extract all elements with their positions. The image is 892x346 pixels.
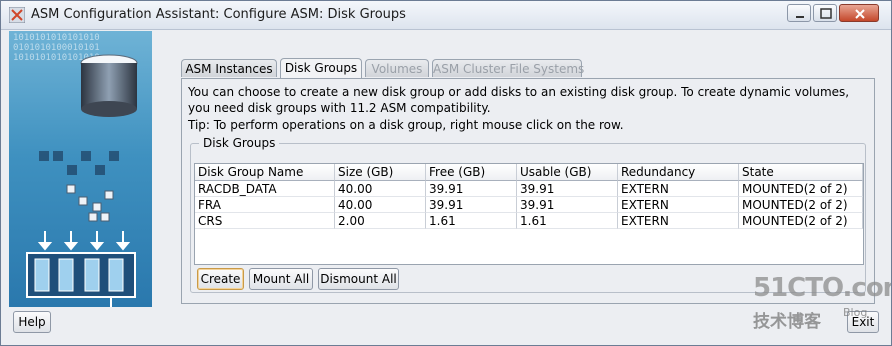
- tab-asm-instances[interactable]: ASM Instances: [181, 59, 277, 77]
- tab-volumes[interactable]: Volumes: [365, 59, 429, 77]
- dialog-window: ASM Configuration Assistant: Configure A…: [0, 0, 892, 346]
- column-header-usable[interactable]: Usable (GB): [517, 164, 618, 181]
- close-icon: [855, 9, 865, 19]
- create-button[interactable]: Create: [197, 268, 244, 290]
- column-header-name[interactable]: Disk Group Name: [195, 164, 335, 181]
- minimize-button[interactable]: [787, 4, 811, 22]
- cell-size: 40.00: [335, 181, 426, 197]
- storage-illustration-icon: [26, 54, 138, 307]
- cell-size: 40.00: [335, 197, 426, 213]
- watermark-blog: Blog: [843, 306, 868, 319]
- column-header-state[interactable]: State: [739, 164, 863, 181]
- cell-size: 2.00: [335, 213, 426, 229]
- cell-usable: 39.91: [517, 181, 618, 197]
- cell-state: MOUNTED(2 of 2): [739, 213, 863, 229]
- mount-all-button[interactable]: Mount All: [249, 268, 313, 290]
- column-header-size[interactable]: Size (GB): [335, 164, 426, 181]
- cell-redundancy: EXTERN: [618, 197, 739, 213]
- intro-text: You can choose to create a new disk grou…: [188, 85, 850, 115]
- watermark-site: 51CTO.com: [753, 273, 891, 303]
- group-label: Disk Groups: [199, 136, 280, 150]
- cell-usable: 1.61: [517, 213, 618, 229]
- help-button[interactable]: Help: [13, 311, 51, 333]
- cell-free: 1.61: [426, 213, 517, 229]
- column-header-free[interactable]: Free (GB): [426, 164, 517, 181]
- cell-usable: 39.91: [517, 197, 618, 213]
- disk-groups-table[interactable]: Disk Group Name Size (GB) Free (GB) Usab…: [194, 163, 864, 265]
- minimize-icon: [796, 16, 804, 18]
- cell-name: CRS: [195, 213, 335, 229]
- window-title: ASM Configuration Assistant: Configure A…: [31, 7, 406, 22]
- tab-disk-groups[interactable]: Disk Groups: [280, 58, 362, 78]
- cell-state: MOUNTED(2 of 2): [739, 181, 863, 197]
- maximize-icon: [820, 8, 832, 19]
- side-illustration: 1010101010101010 0101010100010101 101010…: [9, 31, 152, 307]
- dismount-all-button[interactable]: Dismount All: [318, 268, 399, 290]
- title-bar: ASM Configuration Assistant: Configure A…: [1, 1, 891, 30]
- column-header-redundancy[interactable]: Redundancy: [618, 164, 739, 181]
- watermark-tagline: 技术博客: [753, 312, 821, 332]
- maximize-button[interactable]: [813, 4, 837, 22]
- cell-free: 39.91: [426, 197, 517, 213]
- app-icon: [9, 7, 25, 23]
- close-button[interactable]: [839, 4, 879, 22]
- cell-redundancy: EXTERN: [618, 213, 739, 229]
- cell-state: MOUNTED(2 of 2): [739, 197, 863, 213]
- cell-name: FRA: [195, 197, 335, 213]
- cell-free: 39.91: [426, 181, 517, 197]
- cell-name: RACDB_DATA: [195, 181, 335, 197]
- disk-groups-group: Disk Groups Disk Group Name Size (GB) Fr…: [190, 136, 866, 293]
- disk-groups-panel: You can choose to create a new disk grou…: [181, 78, 875, 304]
- cell-redundancy: EXTERN: [618, 181, 739, 197]
- tab-asm-cluster-file-systems[interactable]: ASM Cluster File Systems: [432, 59, 584, 77]
- tip-text: Tip: To perform operations on a disk gro…: [188, 118, 624, 132]
